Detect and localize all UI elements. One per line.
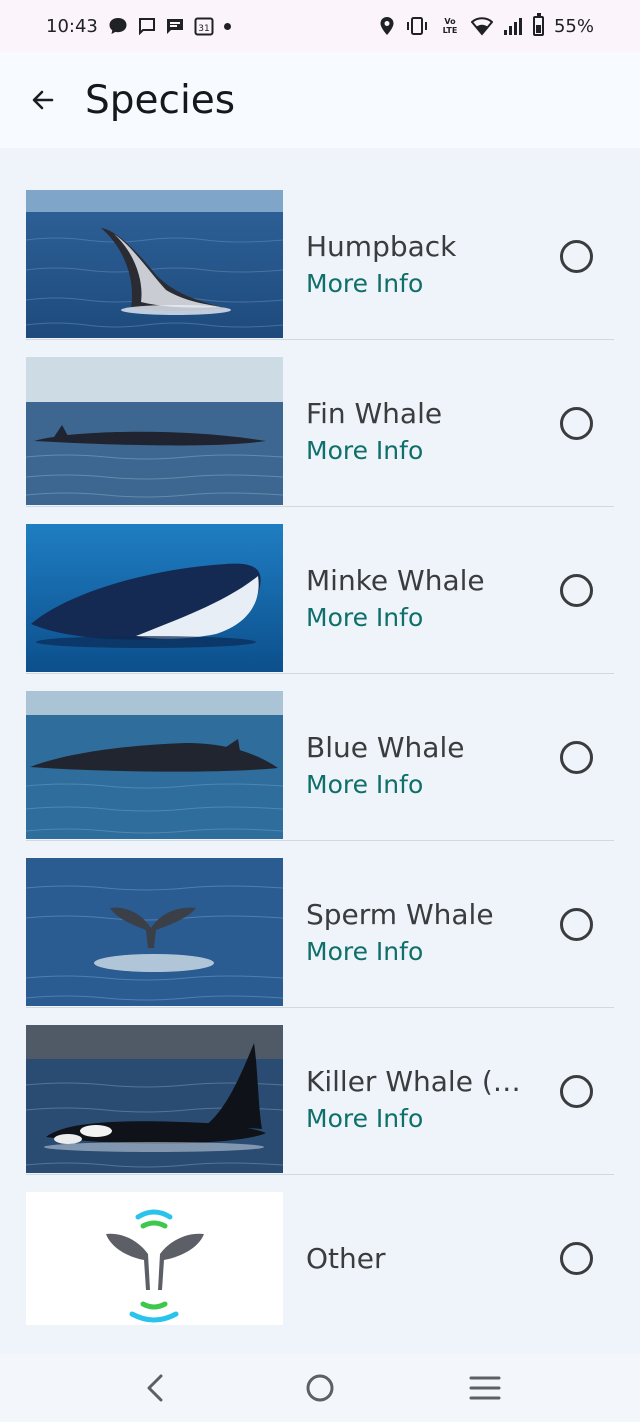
more-info-link[interactable]: More Info xyxy=(306,937,536,966)
humpback-whale-photo xyxy=(26,190,283,338)
page-title: Species xyxy=(85,77,236,123)
species-radio[interactable] xyxy=(560,574,593,607)
chat-bubble-icon xyxy=(108,16,128,36)
message-filled-icon xyxy=(166,17,184,35)
nav-home-button[interactable] xyxy=(290,1358,350,1418)
battery-percent: 55% xyxy=(553,15,594,37)
species-list: Humpback More Info Fin Whale More Info M… xyxy=(26,190,614,1359)
battery-icon xyxy=(532,13,544,36)
species-info: Blue Whale More Info xyxy=(306,691,536,839)
more-info-link[interactable]: More Info xyxy=(306,269,536,298)
species-radio[interactable] xyxy=(560,908,593,941)
species-item-blue-whale[interactable]: Blue Whale More Info xyxy=(26,691,614,858)
more-info-link[interactable]: More Info xyxy=(306,1104,536,1133)
more-info-link[interactable]: More Info xyxy=(306,436,536,465)
arrow-left-icon xyxy=(32,90,54,110)
species-radio[interactable] xyxy=(560,407,593,440)
status-left: 10:43 31 xyxy=(46,16,231,37)
status-right: Vo LTE 55% xyxy=(379,13,594,37)
species-item-killer-whale[interactable]: Killer Whale (Orca) More Info xyxy=(26,1025,614,1192)
species-name: Blue Whale xyxy=(306,731,465,764)
species-name: Fin Whale xyxy=(306,397,443,430)
species-info: Other xyxy=(306,1192,536,1325)
minke-whale-photo xyxy=(26,524,283,672)
system-nav-bar xyxy=(0,1354,640,1422)
status-time: 10:43 xyxy=(46,15,98,37)
signal-icon xyxy=(503,16,523,36)
species-radio[interactable] xyxy=(560,1075,593,1108)
species-info: Fin Whale More Info xyxy=(306,357,536,505)
dot-icon xyxy=(223,22,231,30)
svg-text:Vo: Vo xyxy=(444,17,456,26)
nav-back-icon xyxy=(147,1374,163,1402)
species-name: Minke Whale xyxy=(306,564,485,597)
species-radio[interactable] xyxy=(560,741,593,774)
species-info: Humpback More Info xyxy=(306,190,536,338)
calendar-icon: 31 xyxy=(194,16,214,36)
svg-text:LTE: LTE xyxy=(443,26,458,35)
volte-icon: Vo LTE xyxy=(439,16,461,36)
killer-whale-photo xyxy=(26,1025,283,1173)
species-item-fin-whale[interactable]: Fin Whale More Info xyxy=(26,357,614,524)
location-icon xyxy=(379,16,395,36)
species-name: Humpback xyxy=(306,230,457,263)
sperm-whale-photo xyxy=(26,858,283,1006)
app-bar: Species xyxy=(0,52,640,148)
species-info: Killer Whale (Orca) More Info xyxy=(306,1025,536,1173)
back-button[interactable] xyxy=(13,70,73,130)
nav-back-button[interactable] xyxy=(125,1358,185,1418)
wifi-icon xyxy=(470,16,493,36)
status-bar: 10:43 31 Vo LTE 55% xyxy=(0,0,640,52)
species-radio[interactable] xyxy=(560,240,593,273)
nav-menu-icon xyxy=(469,1376,501,1400)
more-info-link[interactable]: More Info xyxy=(306,603,536,632)
more-info-link[interactable]: More Info xyxy=(306,770,536,799)
species-name: Other xyxy=(306,1242,386,1275)
message-icon xyxy=(138,17,156,35)
nav-home-icon xyxy=(306,1374,334,1402)
whale-tail-logo xyxy=(26,1192,283,1325)
species-item-humpback[interactable]: Humpback More Info xyxy=(26,190,614,357)
species-info: Minke Whale More Info xyxy=(306,524,536,672)
species-item-minke-whale[interactable]: Minke Whale More Info xyxy=(26,524,614,691)
svg-text:31: 31 xyxy=(198,24,209,34)
fin-whale-photo xyxy=(26,357,283,505)
species-radio[interactable] xyxy=(560,1242,593,1275)
nav-recents-button[interactable] xyxy=(455,1358,515,1418)
species-name: Killer Whale (Orca) xyxy=(306,1065,536,1098)
vibrate-icon xyxy=(405,16,429,36)
species-info: Sperm Whale More Info xyxy=(306,858,536,1006)
species-item-other[interactable]: Other xyxy=(26,1192,614,1359)
species-name: Sperm Whale xyxy=(306,898,494,931)
blue-whale-photo xyxy=(26,691,283,839)
species-item-sperm-whale[interactable]: Sperm Whale More Info xyxy=(26,858,614,1025)
